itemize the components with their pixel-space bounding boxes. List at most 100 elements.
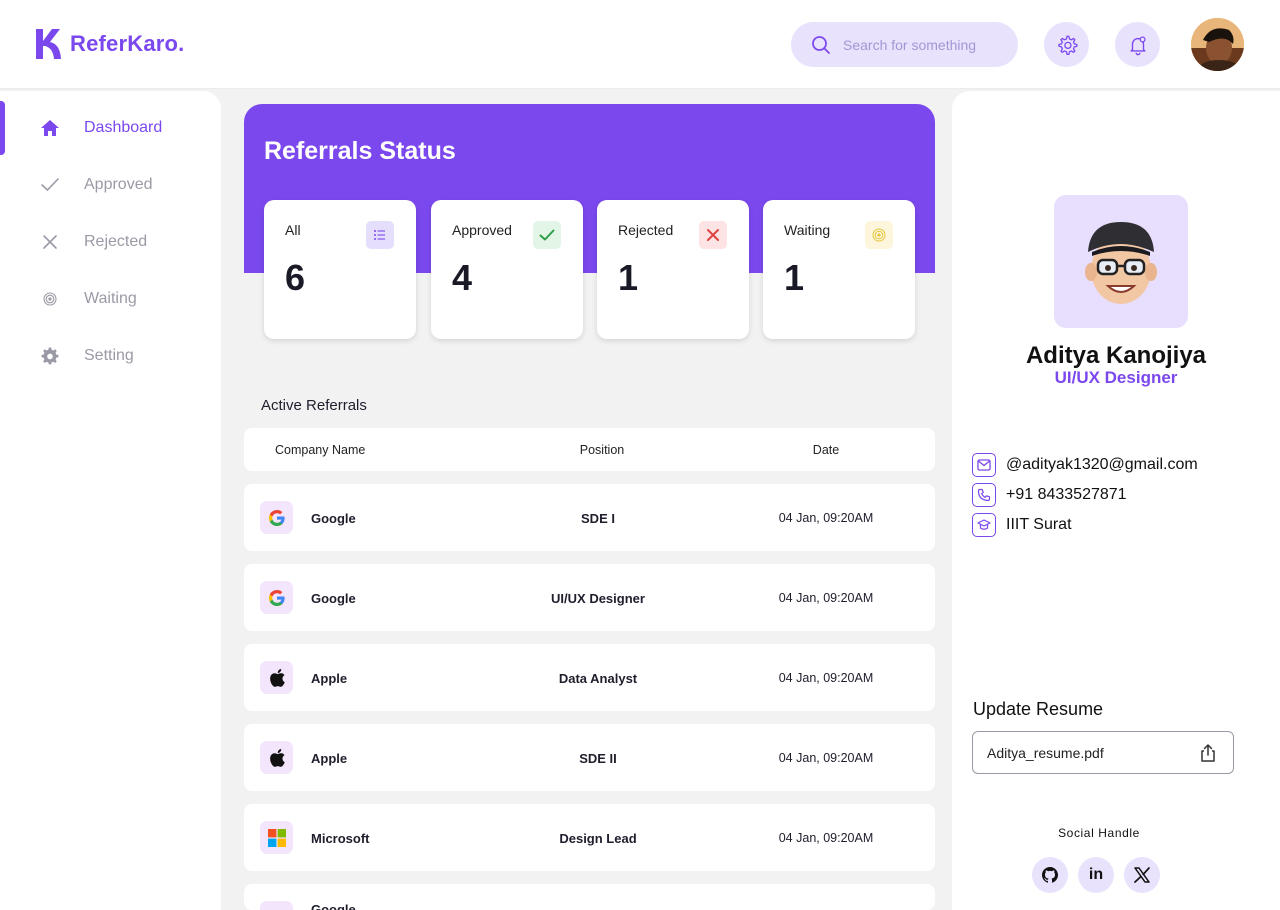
app-logo[interactable]: ReferKaro.: [34, 27, 184, 61]
stat-card-rejected[interactable]: Rejected 1: [597, 200, 749, 339]
github-button[interactable]: [1032, 857, 1068, 893]
google-logo: [260, 501, 293, 534]
sidebar-item-dashboard[interactable]: Dashboard: [0, 108, 221, 148]
profile-avatar: [1054, 195, 1188, 328]
sidebar-item-label: Dashboard: [84, 119, 163, 136]
stat-label: Rejected: [618, 222, 674, 238]
target-icon: [865, 221, 893, 249]
stat-value: 1: [784, 257, 805, 298]
profile-panel: Aditya Kanojiya UI/UX Designer @adityak1…: [952, 91, 1280, 910]
user-avatar[interactable]: [1191, 18, 1244, 71]
stat-value: 1: [618, 257, 639, 298]
target-icon: [40, 289, 60, 309]
position: SDE I: [581, 511, 615, 526]
sidebar-item-setting[interactable]: Setting: [0, 336, 221, 376]
date: 04 Jan, 09:20AM: [778, 831, 874, 845]
column-header-company: Company Name: [275, 443, 366, 457]
google-logo: [260, 901, 293, 910]
date: 04 Jan, 09:20AM: [778, 671, 874, 685]
x-button[interactable]: [1124, 857, 1160, 893]
settings-button[interactable]: [1044, 22, 1089, 67]
sidebar-item-label: Setting: [84, 347, 134, 364]
stat-card-waiting[interactable]: Waiting 1: [763, 200, 915, 339]
sidebar-item-label: Approved: [84, 176, 153, 193]
college-text: IIIT Surat: [1006, 516, 1072, 533]
company-name: Google: [311, 591, 356, 606]
resume-file-name: Aditya_resume.pdf: [987, 744, 1104, 761]
company-name: Microsoft: [311, 831, 370, 846]
table-row[interactable]: Apple SDE II 04 Jan, 09:20AM: [244, 724, 935, 791]
search-bar[interactable]: [791, 22, 1018, 67]
profile-name: Aditya Kanojiya: [1025, 342, 1207, 369]
status-title: Referrals Status: [264, 137, 456, 165]
sidebar: Dashboard Approved Rejected Waiting Sett…: [0, 91, 221, 910]
linkedin-icon: in: [1088, 866, 1104, 883]
position: UI/UX Designer: [551, 591, 645, 606]
social-handle-title: Social Handle: [1058, 826, 1140, 840]
company-name: Google: [311, 511, 356, 526]
x-icon: [1134, 867, 1150, 883]
column-header-date: Date: [812, 443, 840, 457]
mail-icon: [972, 453, 996, 477]
company-name: Apple: [311, 751, 348, 766]
sidebar-item-rejected[interactable]: Rejected: [0, 222, 221, 262]
close-icon: [40, 232, 60, 252]
memoji-image: [1085, 221, 1157, 304]
notifications-button[interactable]: [1115, 22, 1160, 67]
graduation-cap-icon: [972, 513, 996, 537]
sidebar-item-approved[interactable]: Approved: [0, 165, 221, 205]
resume-upload-field[interactable]: Aditya_resume.pdf: [972, 731, 1234, 774]
position: SDE II: [579, 751, 617, 766]
column-header-position: Position: [579, 443, 625, 457]
stat-label: Approved: [452, 222, 512, 238]
check-icon: [533, 221, 561, 249]
contact-email[interactable]: @adityak1320@gmail.com: [972, 453, 1198, 477]
bell-icon: [1129, 35, 1146, 55]
phone-icon: [972, 483, 996, 507]
logo-text: ReferKaro.: [70, 31, 185, 56]
apple-logo: [260, 741, 293, 774]
google-logo: [260, 581, 293, 614]
position: Design Lead: [559, 831, 637, 846]
table-row[interactable]: Apple Data Analyst 04 Jan, 09:20AM: [244, 644, 935, 711]
sidebar-item-label: Rejected: [84, 233, 148, 250]
gear-icon: [40, 346, 60, 366]
table-row[interactable]: Google SDE I 04 Jan, 09:20AM: [244, 484, 935, 551]
update-resume-title: Update Resume: [973, 699, 1104, 719]
home-icon: [40, 118, 60, 138]
company-name: Google: [311, 902, 356, 910]
company-name: Apple: [311, 671, 348, 686]
search-input[interactable]: [843, 36, 1003, 53]
date: 04 Jan, 09:20AM: [778, 751, 874, 765]
stat-value: 6: [285, 257, 306, 298]
microsoft-logo: [260, 821, 293, 854]
github-icon: [1042, 867, 1058, 883]
stat-label: All: [285, 222, 301, 238]
table-row[interactable]: Google UI/UX Designer 04 Jan, 09:20AM: [244, 564, 935, 631]
table-row[interactable]: Google: [244, 884, 935, 910]
list-icon: [366, 221, 394, 249]
date: 04 Jan, 09:20AM: [778, 591, 874, 605]
stat-label: Waiting: [784, 222, 831, 238]
phone-text: +91 8433527871: [1006, 486, 1127, 503]
gear-icon: [1057, 35, 1078, 55]
email-text: @adityak1320@gmail.com: [1006, 456, 1198, 473]
contact-college[interactable]: IIIT Surat: [972, 513, 1072, 537]
linkedin-button[interactable]: in: [1078, 857, 1114, 893]
stat-value: 4: [452, 257, 473, 298]
logo-icon: [36, 29, 61, 59]
close-icon: [699, 221, 727, 249]
contact-phone[interactable]: +91 8433527871: [972, 483, 1127, 507]
check-icon: [40, 175, 60, 195]
top-header: ReferKaro.: [0, 0, 1280, 89]
sidebar-item-label: Waiting: [84, 290, 137, 307]
avatar-photo: [1191, 18, 1244, 71]
table-header: Company Name Position Date: [244, 428, 935, 471]
upload-icon[interactable]: [1197, 742, 1219, 764]
date: 04 Jan, 09:20AM: [778, 511, 874, 525]
sidebar-item-waiting[interactable]: Waiting: [0, 279, 221, 319]
stat-card-all[interactable]: All 6: [264, 200, 416, 339]
stat-card-approved[interactable]: Approved 4: [431, 200, 583, 339]
table-row[interactable]: Microsoft Design Lead 04 Jan, 09:20AM: [244, 804, 935, 871]
position: Data Analyst: [558, 671, 638, 686]
